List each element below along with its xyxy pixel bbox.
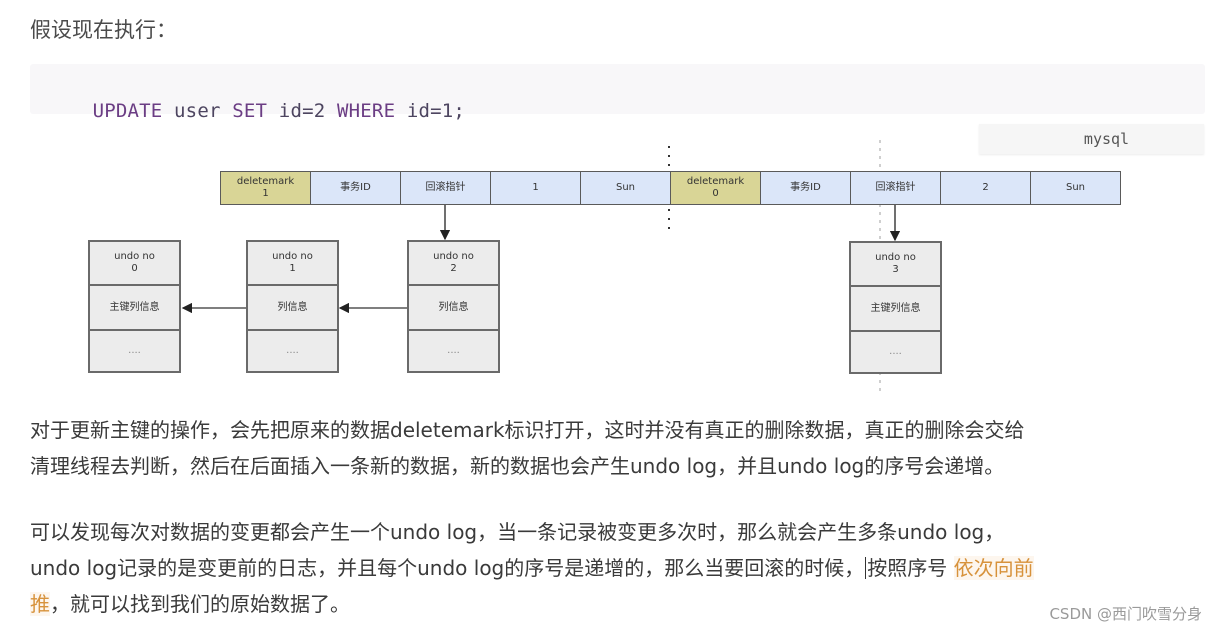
paragraph-line: undo log记录的是变更前的日志，并且每个undo log的序号是递增的，那…	[30, 550, 1200, 586]
paragraph-undo-chain: 可以发现每次对数据的变更都会产生一个undo log，当一条记录被变更多次时，那…	[30, 514, 1200, 622]
highlighted-text: 推	[30, 592, 50, 616]
undo-log-more: ....	[889, 346, 902, 357]
watermark: CSDN @西门吹雪分身	[1049, 605, 1202, 623]
undo-log-title: undo no 2	[409, 242, 498, 286]
highlighted-text: 依次向前	[953, 556, 1034, 580]
new-row-id-cell: 2	[940, 171, 1031, 205]
paragraph-line: 清理线程去判断，然后在后面插入一条新的数据，新的数据也会产生undo log，并…	[30, 454, 1005, 478]
new-row-name-cell: Sun	[1030, 171, 1121, 205]
new-row-trx-id-cell: 事务ID	[760, 171, 851, 205]
old-row-name-cell: Sun	[580, 171, 671, 205]
undo-log-2: undo no 2 列信息 ....	[407, 240, 500, 373]
undo-log-1: undo no 1 列信息 ....	[246, 240, 339, 373]
undo-log-info: 列信息	[409, 286, 498, 331]
undo-log-3: undo no 3 主键列信息 ....	[849, 241, 942, 374]
paragraph-primary-key-update: 对于更新主键的操作，会先把原来的数据deletemark标识打开，这时并没有真正…	[30, 412, 1200, 484]
undo-log-info: 主键列信息	[90, 286, 179, 331]
paragraph-line: 对于更新主键的操作，会先把原来的数据deletemark标识打开，这时并没有真正…	[30, 418, 1025, 442]
undo-log-diagram: deletemark 1 事务ID 回滚指针 1 Sun deletemark …	[0, 0, 1218, 400]
undo-log-title: undo no 0	[90, 242, 179, 286]
paragraph-line: 推，就可以找到我们的原始数据了。	[30, 586, 1200, 622]
old-row-deletemark-cell: deletemark 1	[220, 171, 311, 205]
undo-log-more: ....	[447, 345, 460, 356]
undo-log-info: 主键列信息	[851, 287, 940, 332]
text-run: 按照序号	[867, 556, 954, 580]
new-row-roll-pointer-cell: 回滚指针	[850, 171, 941, 205]
paragraph-line: 可以发现每次对数据的变更都会产生一个undo log，当一条记录被变更多次时，那…	[30, 520, 1005, 544]
text-run: ，就可以找到我们的原始数据了。	[50, 592, 350, 616]
old-row-id-cell: 1	[490, 171, 581, 205]
undo-log-title: undo no 1	[248, 242, 337, 286]
undo-log-0: undo no 0 主键列信息 ....	[88, 240, 181, 373]
undo-log-more: ....	[128, 345, 141, 356]
old-row-roll-pointer-cell: 回滚指针	[400, 171, 491, 205]
text-run: undo log记录的是变更前的日志，并且每个undo log的序号是递增的，那…	[30, 556, 865, 580]
undo-log-info: 列信息	[248, 286, 337, 331]
undo-log-title: undo no 3	[851, 243, 940, 287]
old-row-trx-id-cell: 事务ID	[310, 171, 401, 205]
undo-log-more: ....	[286, 345, 299, 356]
new-row-deletemark-cell: deletemark 0	[670, 171, 761, 205]
